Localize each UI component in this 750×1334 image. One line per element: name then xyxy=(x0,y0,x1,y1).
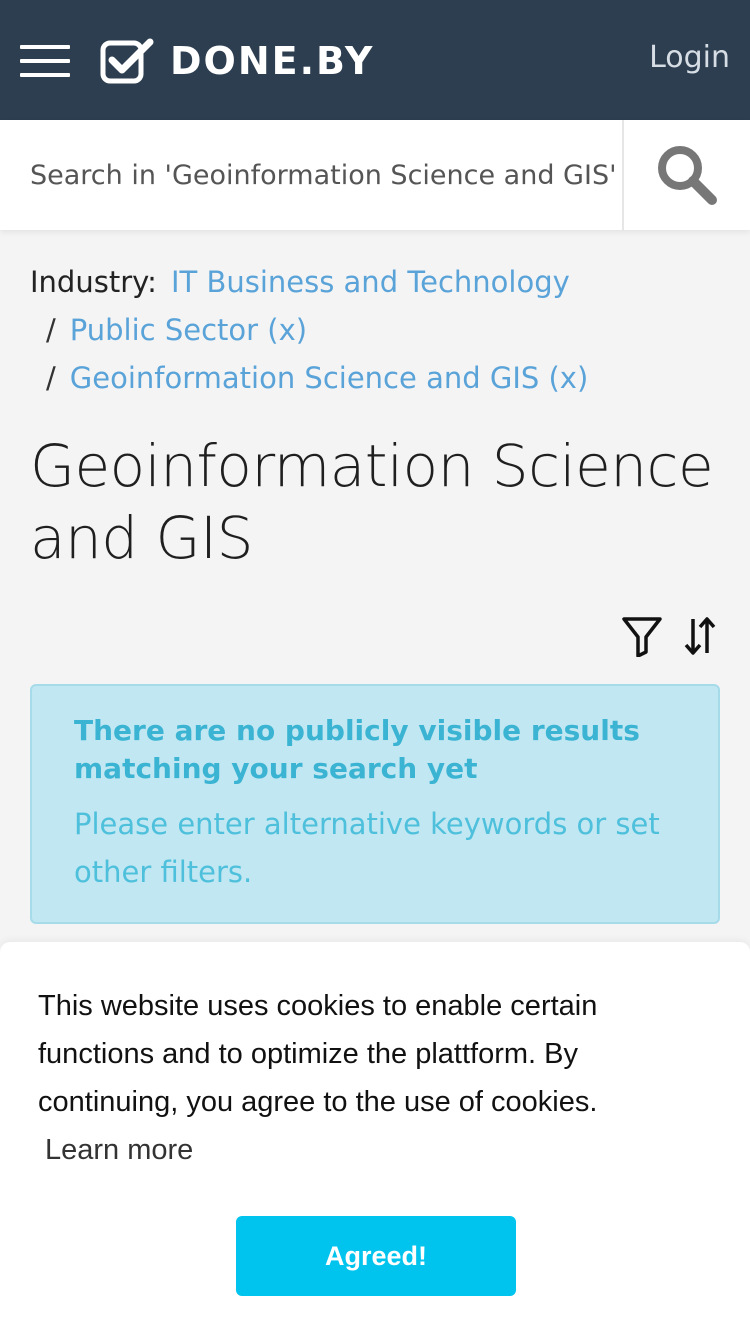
breadcrumb-item-geoinformation[interactable]: Geoinformation Science and GIS (x) xyxy=(70,354,589,402)
menu-bar-line xyxy=(20,59,70,63)
menu-bar-line xyxy=(20,45,70,49)
search-icon xyxy=(658,146,717,205)
breadcrumb-row: Industry: IT Business and Technology xyxy=(30,258,730,306)
cookie-banner: This website uses cookies to enable cert… xyxy=(0,942,750,1334)
agree-button[interactable]: Agreed! xyxy=(236,1216,516,1296)
breadcrumb-item-it-business[interactable]: IT Business and Technology xyxy=(171,258,570,306)
no-results-alert: There are no publicly visible results ma… xyxy=(30,684,720,924)
list-tools xyxy=(606,612,722,660)
sort-icon xyxy=(684,617,716,655)
breadcrumb-row: / Public Sector (x) xyxy=(30,306,730,354)
cookie-message: This website uses cookies to enable cert… xyxy=(38,990,598,1118)
login-link[interactable]: Login xyxy=(649,40,730,75)
search-button[interactable] xyxy=(624,120,750,230)
breadcrumb-item-public-sector[interactable]: Public Sector (x) xyxy=(70,306,307,354)
learn-more-link[interactable]: Learn more xyxy=(45,1134,193,1167)
hamburger-menu-icon[interactable] xyxy=(20,43,70,79)
breadcrumb-label: Industry: xyxy=(30,265,157,299)
search-input[interactable] xyxy=(0,120,622,230)
breadcrumb-row: / Geoinformation Science and GIS (x) xyxy=(30,354,730,402)
alert-title: There are no publicly visible results ma… xyxy=(74,714,640,785)
top-navigation-bar: DONE.BY Login xyxy=(0,0,750,120)
filter-icon xyxy=(622,617,662,657)
filter-button[interactable] xyxy=(620,612,664,660)
breadcrumb: Industry: IT Business and Technology / P… xyxy=(30,258,730,402)
search-bar xyxy=(0,120,750,230)
page-title: Geoinformation Science and GIS xyxy=(30,432,714,572)
breadcrumb-separator: / xyxy=(46,361,56,395)
alert-body: Please enter alternative keywords or set… xyxy=(74,807,660,889)
brand-logo-link[interactable]: DONE.BY xyxy=(100,38,374,84)
brand-name: DONE.BY xyxy=(170,39,375,83)
sort-button[interactable] xyxy=(678,612,722,660)
checkbox-check-icon xyxy=(100,38,154,84)
breadcrumb-separator: / xyxy=(46,313,56,347)
menu-bar-line xyxy=(20,73,70,77)
